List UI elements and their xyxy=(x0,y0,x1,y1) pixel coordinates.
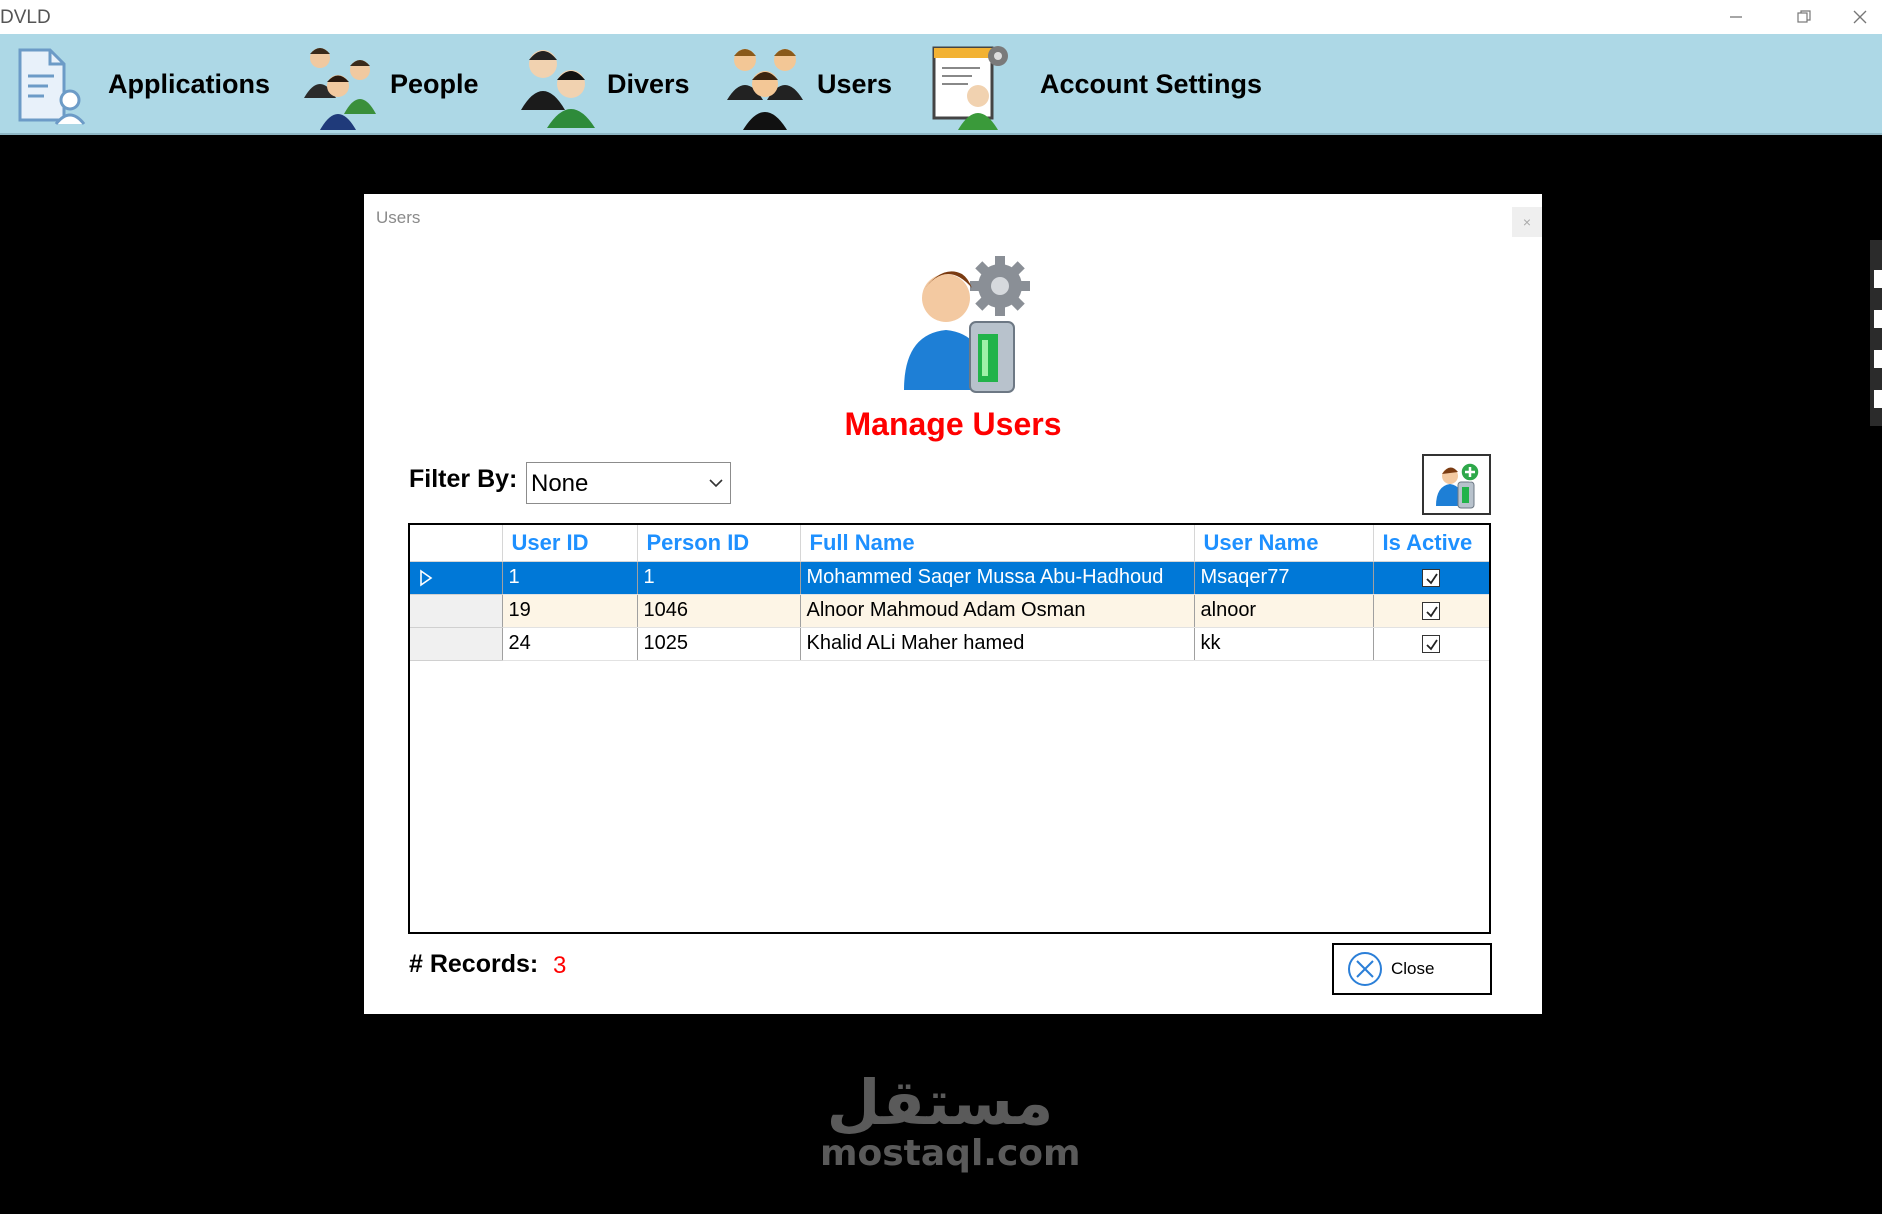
window-title: DVLD xyxy=(0,7,51,28)
cell-person-id: 1025 xyxy=(637,627,801,661)
drivers-icon xyxy=(521,49,595,128)
chevron-down-icon xyxy=(709,479,723,488)
cell-user-id: 24 xyxy=(502,627,638,661)
restore-icon xyxy=(1797,10,1811,23)
users-icon xyxy=(727,48,803,130)
table-row[interactable]: 24 1025 Khalid ALi Maher hamed kk xyxy=(410,627,1489,661)
page-title: Manage Users xyxy=(844,406,1062,442)
filter-by-dropdown[interactable]: None xyxy=(526,462,731,504)
table-row[interactable]: 19 1046 Alnoor Mahmoud Adam Osman alnoor xyxy=(410,594,1489,628)
add-user-button[interactable] xyxy=(1422,454,1491,515)
close-button[interactable]: Close xyxy=(1332,943,1492,995)
window-title-bar: DVLD xyxy=(0,0,1882,34)
column-header-user-name[interactable]: User Name xyxy=(1194,525,1374,562)
account-settings-icon xyxy=(932,45,1008,130)
cell-user-name: Msaqer77 xyxy=(1194,561,1374,595)
applications-icon xyxy=(18,48,86,125)
menu-item-users-label: Users xyxy=(817,69,893,99)
column-header-user-id[interactable]: User ID xyxy=(502,525,638,562)
cell-user-id: 19 xyxy=(502,594,638,628)
cell-full-name: Alnoor Mahmoud Adam Osman xyxy=(800,594,1195,628)
cell-full-name: Mohammed Saqer Mussa Abu-Hadhoud xyxy=(800,561,1195,595)
cell-is-active xyxy=(1373,561,1489,595)
edge-panel-fragment xyxy=(1870,240,1882,426)
menu-item-drivers[interactable]: Divers xyxy=(513,34,690,135)
menu-item-applications[interactable]: Applications xyxy=(6,34,270,135)
column-header-person-id[interactable]: Person ID xyxy=(637,525,801,562)
watermark-latin: mostaql.com xyxy=(820,1133,1081,1174)
cell-person-id: 1046 xyxy=(637,594,801,628)
column-header-full-name[interactable]: Full Name xyxy=(800,525,1195,562)
users-grid[interactable]: User ID Person ID Full Name User Name Is… xyxy=(408,523,1491,934)
minimize-button[interactable] xyxy=(1702,0,1770,34)
watermark-arabic: مستقل xyxy=(826,1066,1054,1139)
row-header[interactable] xyxy=(410,594,503,628)
row-header[interactable] xyxy=(410,627,503,661)
check-icon xyxy=(1426,573,1438,585)
minimize-icon xyxy=(1730,16,1742,18)
add-user-icon xyxy=(1435,461,1480,508)
is-active-checkbox[interactable] xyxy=(1422,634,1440,653)
menu-item-applications-label: Applications xyxy=(108,69,271,99)
is-active-checkbox[interactable] xyxy=(1422,568,1440,587)
cell-full-name: Khalid ALi Maher hamed xyxy=(800,627,1195,661)
menu-item-account-settings[interactable]: Account Settings xyxy=(928,34,1262,135)
users-dialog: Users × Manage Users Filter By: None Use… xyxy=(364,194,1542,1014)
row-header-corner xyxy=(410,525,503,562)
watermark: مستقل mostaql.com xyxy=(820,1066,1081,1174)
restore-button[interactable] xyxy=(1770,0,1838,34)
grid-header-row: User ID Person ID Full Name User Name Is… xyxy=(410,525,1489,562)
menu-item-people-label: People xyxy=(390,69,479,99)
filter-by-label: Filter By: xyxy=(409,465,518,493)
records-label: # Records: xyxy=(409,950,539,978)
close-circle-icon xyxy=(1348,952,1382,986)
main-menu-strip: Applications People Divers Users Account… xyxy=(0,34,1882,135)
column-header-is-active[interactable]: Is Active xyxy=(1373,525,1489,562)
check-icon xyxy=(1426,639,1438,651)
dialog-title: Users xyxy=(376,208,421,227)
menu-item-account-settings-label: Account Settings xyxy=(1040,69,1263,99)
dialog-close-button[interactable]: × xyxy=(1512,207,1542,237)
is-active-checkbox[interactable] xyxy=(1422,601,1440,620)
menu-item-users[interactable]: Users xyxy=(723,34,892,135)
manage-users-icon xyxy=(904,256,1030,393)
table-row[interactable]: 1 1 Mohammed Saqer Mussa Abu-Hadhoud Msa… xyxy=(410,561,1489,595)
people-icon xyxy=(304,47,376,130)
cell-user-name: alnoor xyxy=(1194,594,1374,628)
row-header[interactable] xyxy=(410,561,503,595)
current-row-arrow-icon xyxy=(420,569,433,587)
window-close-button[interactable] xyxy=(1838,0,1882,34)
cell-person-id: 1 xyxy=(637,561,801,595)
cell-is-active xyxy=(1373,594,1489,628)
records-count: 3 xyxy=(553,952,567,979)
cell-user-id: 1 xyxy=(502,561,638,595)
check-icon xyxy=(1426,606,1438,618)
menu-item-people[interactable]: People xyxy=(298,34,479,135)
cell-user-name: kk xyxy=(1194,627,1374,661)
close-button-label: Close xyxy=(1391,959,1435,978)
filter-by-value: None xyxy=(531,470,589,497)
menu-item-drivers-label: Divers xyxy=(607,69,690,99)
close-icon xyxy=(1853,10,1867,24)
cell-is-active xyxy=(1373,627,1489,661)
